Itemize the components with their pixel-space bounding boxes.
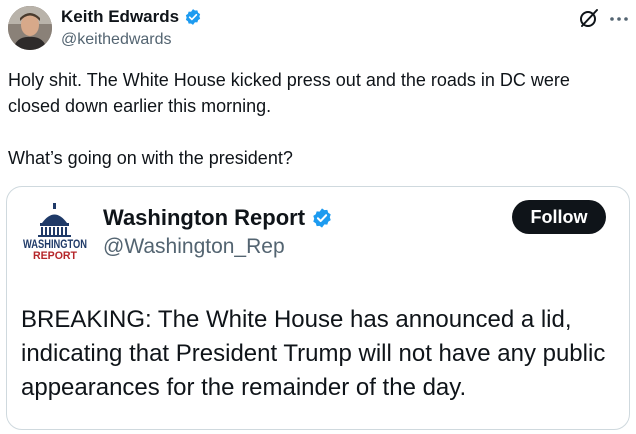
tweet: Keith Edwards @keithedwards Holy shit. T… [0, 0, 636, 434]
washington-report-logo[interactable]: WASHINGTON REPORT [20, 201, 90, 263]
quoted-author-name[interactable]: Washington Report [103, 205, 305, 231]
quoted-tweet-text: BREAKING: The White House has announced … [21, 306, 606, 401]
logo-text-bottom: REPORT [33, 250, 77, 262]
verified-badge-icon[interactable] [184, 8, 202, 26]
author-name-row[interactable]: Keith Edwards [61, 7, 202, 27]
author-name[interactable]: Keith Edwards [61, 7, 179, 27]
quoted-author-name-row[interactable]: Washington Report [103, 205, 333, 231]
author-avatar[interactable] [8, 6, 52, 50]
post-text: Holy shit. The White House kicked press … [8, 67, 623, 171]
post-text-paragraph: What’s going on with the president? [8, 148, 293, 168]
more-options-icon[interactable] [608, 9, 630, 29]
follow-button[interactable]: Follow [512, 200, 606, 234]
post-text-paragraph: Holy shit. The White House kicked press … [8, 70, 570, 116]
author-handle[interactable]: @keithedwards [61, 30, 172, 50]
grok-icon[interactable] [578, 7, 600, 29]
verified-badge-icon[interactable] [311, 207, 333, 229]
quoted-author-handle[interactable]: @Washington_Rep [103, 235, 285, 259]
quoted-tweet-card[interactable]: WASHINGTON REPORT Washington Report @Was… [6, 186, 630, 430]
